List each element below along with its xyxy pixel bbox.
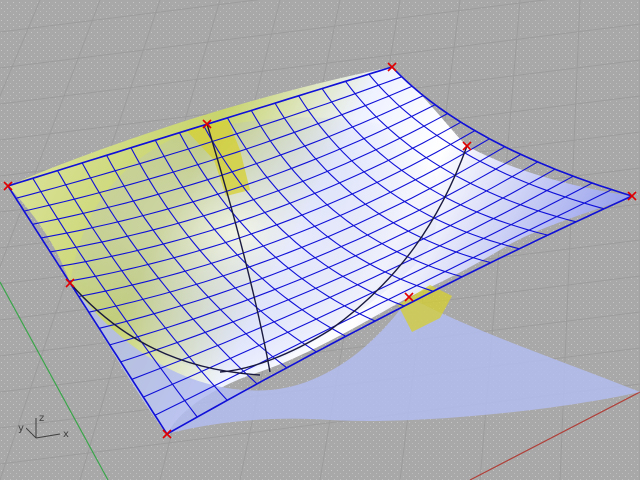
axis-widget-x-label: x	[63, 429, 69, 440]
axis-widget-y-label: y	[18, 423, 24, 434]
viewport-canvas[interactable]: x y z	[0, 0, 640, 480]
rhino-perspective-viewport[interactable]: x y z	[0, 0, 640, 480]
axis-widget-z-label: z	[39, 413, 44, 424]
